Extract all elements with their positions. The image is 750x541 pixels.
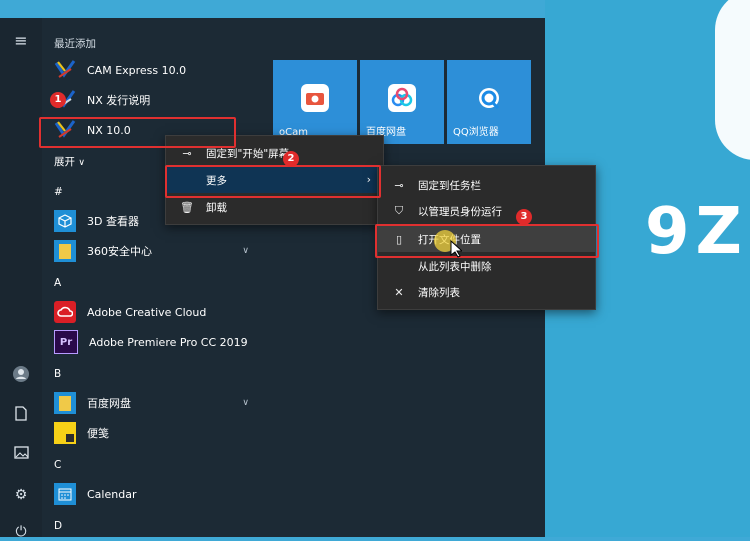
app-list: 最近添加 CAM Express 10.0 NX 发行说明 NX 10.0 展开… (42, 18, 267, 537)
section-letter[interactable]: B (54, 368, 61, 380)
hamburger-menu-icon[interactable]: ≡ (12, 32, 30, 50)
pin-icon: ⊸ (394, 178, 404, 192)
tile-ocam[interactable]: oCam (273, 60, 357, 144)
sticky-note-icon (54, 422, 76, 444)
app-nx-release-notes[interactable]: NX 发行说明 (54, 87, 269, 113)
power-icon[interactable]: ⏻ (12, 523, 30, 541)
creative-cloud-icon (54, 301, 76, 323)
start-rail: ≡ ⚙ ⏻ (0, 18, 42, 540)
app-label: Adobe Premiere Pro CC 2019 (89, 335, 248, 349)
baidu-netdisk-icon (388, 84, 416, 112)
menu-item-label: 以管理员身份运行 (418, 205, 502, 218)
highlight-box-1 (39, 117, 236, 148)
folder-icon (54, 240, 76, 262)
app-cam-express[interactable]: CAM Express 10.0 (54, 57, 269, 83)
chevron-down-icon: ∨ (78, 158, 85, 168)
premiere-icon: Pr (54, 330, 78, 354)
qq-browser-icon (475, 84, 503, 112)
step-badge-2: 2 (283, 151, 299, 167)
menu-item-run-as-admin[interactable]: ⛉ 以管理员身份运行 (378, 198, 595, 224)
step-badge-1: 1 (50, 92, 66, 108)
app-360-security[interactable]: 360安全中心 ∨ (54, 238, 269, 264)
expand-button[interactable]: 展开 ∨ (54, 154, 85, 169)
nx-logo-icon (54, 59, 76, 81)
folder-icon (54, 392, 76, 414)
section-letter[interactable]: # (54, 186, 63, 198)
app-sticky-notes[interactable]: 便笺 (54, 420, 269, 446)
menu-item-label: 卸载 (206, 201, 227, 214)
app-label: 百度网盘 (87, 397, 131, 410)
menu-item-pin-taskbar[interactable]: ⊸ 固定到任务栏 (378, 172, 595, 198)
app-adobe-creative-cloud[interactable]: Adobe Creative Cloud (54, 299, 269, 325)
wallpaper-logo: 9Z (645, 195, 748, 269)
app-label: CAM Express 10.0 (87, 63, 187, 77)
menu-item-label: 固定到任务栏 (418, 179, 481, 192)
cube-icon (54, 210, 76, 232)
app-baidu-netdisk[interactable]: 百度网盘 ∨ (54, 390, 269, 416)
app-label: 便笺 (87, 427, 109, 440)
highlight-box-2 (165, 165, 381, 198)
chevron-down-icon[interactable]: ∨ (242, 246, 249, 256)
recent-header: 最近添加 (54, 38, 96, 50)
section-letter[interactable]: C (54, 459, 61, 471)
close-icon: ✕ (394, 285, 404, 299)
tile-label: QQ浏览器 (453, 127, 499, 138)
expand-label: 展开 (54, 156, 75, 168)
trash-icon: 🗑 (180, 200, 194, 214)
ocam-icon (301, 84, 329, 112)
app-calendar[interactable]: Calendar (54, 481, 269, 507)
menu-item-clear-list[interactable]: ✕ 清除列表 (378, 279, 595, 305)
highlight-box-3 (375, 224, 599, 258)
app-label: 3D 查看器 (87, 215, 139, 228)
app-premiere-pro[interactable]: Pr Adobe Premiere Pro CC 2019 (54, 329, 269, 355)
pictures-icon[interactable] (12, 446, 30, 464)
pin-icon: ⊸ (182, 146, 192, 160)
user-avatar-icon[interactable] (12, 366, 30, 384)
settings-gear-icon[interactable]: ⚙ (12, 486, 30, 504)
calendar-icon (54, 483, 76, 505)
tile-qq-browser[interactable]: QQ浏览器 (447, 60, 531, 144)
tile-baidu-netdisk[interactable]: 百度网盘 (360, 60, 444, 144)
gear-decoration (715, 0, 750, 160)
app-label: NX 发行说明 (87, 94, 151, 107)
app-label: Adobe Creative Cloud (87, 305, 207, 319)
menu-item-label: 清除列表 (418, 286, 460, 299)
mouse-pointer-icon (450, 239, 464, 261)
chevron-down-icon[interactable]: ∨ (242, 398, 249, 408)
section-letter[interactable]: D (54, 520, 62, 532)
shield-icon: ⛉ (394, 204, 404, 217)
section-letter[interactable]: A (54, 277, 61, 289)
document-icon[interactable] (12, 406, 30, 424)
step-badge-3: 3 (516, 209, 532, 225)
app-label: Calendar (87, 487, 137, 501)
app-label: 360安全中心 (87, 245, 152, 258)
